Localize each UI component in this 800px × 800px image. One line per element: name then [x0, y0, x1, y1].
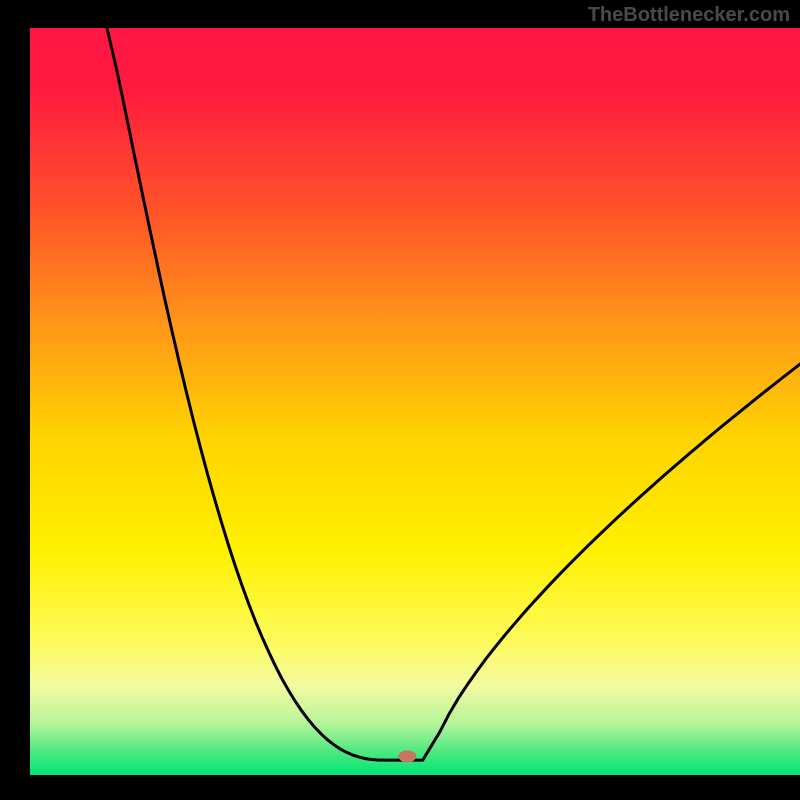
optimal-point-marker [398, 750, 416, 762]
chart-svg [0, 0, 800, 800]
watermark-text: TheBottlenecker.com [588, 4, 790, 27]
plot-background [30, 28, 800, 775]
bottleneck-chart: TheBottlenecker.com [0, 0, 800, 800]
